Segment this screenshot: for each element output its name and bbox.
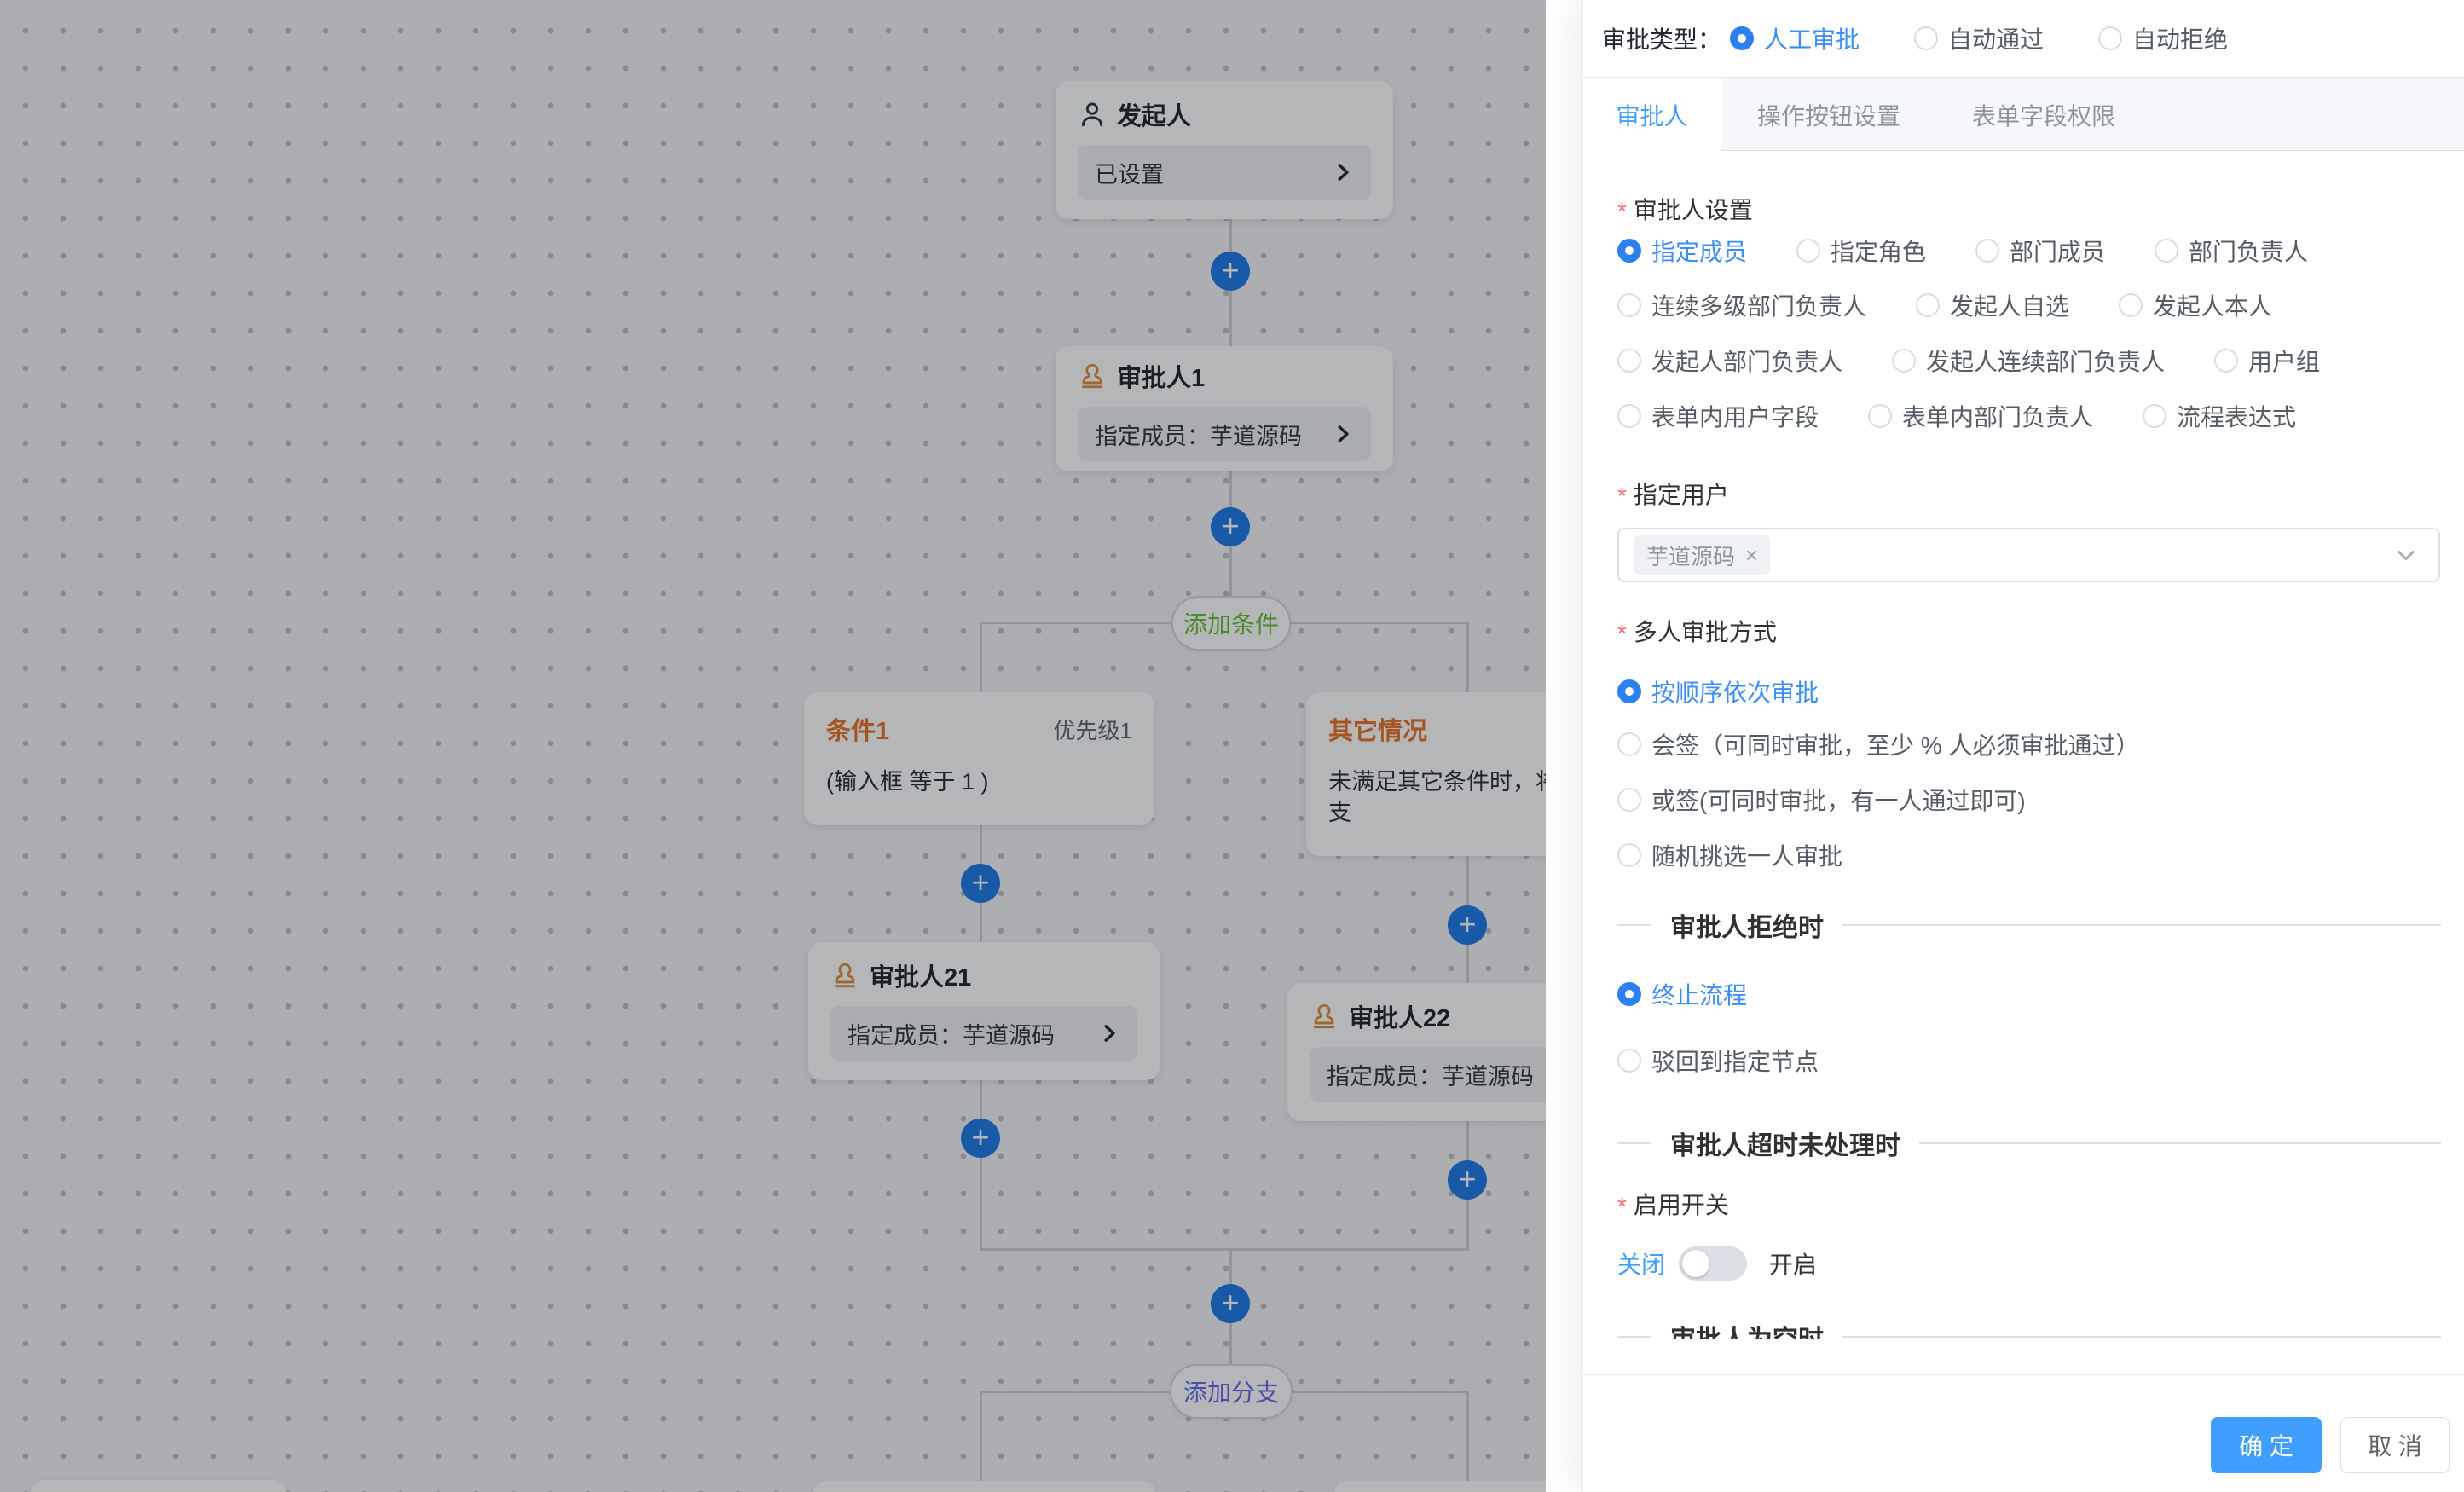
assign-user-select[interactable]: 芋道源码 × <box>1617 528 2440 582</box>
radio-dot-icon <box>1730 26 1754 50</box>
radio-dot-icon <box>1975 239 1999 263</box>
radio-multi-level-dept-leader[interactable]: 连续多级部门负责人 <box>1617 288 1866 322</box>
radio-dot-icon <box>1914 26 1938 50</box>
radio-dot-icon <box>1617 293 1641 317</box>
reject-section-title: 审批人拒绝时 <box>1670 906 1824 944</box>
radio-dot-icon <box>2119 293 2143 317</box>
empty-section-divider: 审批人为空时 <box>1617 1317 2441 1339</box>
radio-process-expression[interactable]: 流程表达式 <box>2143 399 2296 433</box>
radio-dot-icon <box>1892 349 1916 373</box>
enable-switch[interactable] <box>1679 1246 1747 1281</box>
radio-dot-icon <box>1796 239 1820 263</box>
radio-dept-leader[interactable]: 部门负责人 <box>2155 234 2308 268</box>
radio-auto-pass[interactable]: 自动通过 <box>1914 21 2044 55</box>
radio-dot-icon <box>1617 843 1641 867</box>
radio-dept-member[interactable]: 部门成员 <box>1975 234 2105 268</box>
radio-countersign[interactable]: 会签（可同时审批，至少 % 人必须审批通过） <box>1617 727 2139 761</box>
radio-auto-reject[interactable]: 自动拒绝 <box>2098 21 2228 55</box>
radio-orsign[interactable]: 或签(可同时审批，有一人通过即可) <box>1617 783 2026 817</box>
chevron-down-icon <box>2394 543 2418 567</box>
timeout-section-title: 审批人超时未处理时 <box>1670 1125 1900 1162</box>
flow-canvas[interactable]: 发起人 已设置 审批人1 指定成员：芋道源码 <box>0 0 1546 1492</box>
radio-form-dept-leader[interactable]: 表单内部门负责人 <box>1868 399 2093 433</box>
radio-return-to-node[interactable]: 驳回到指定节点 <box>1617 1044 1819 1078</box>
timeout-section-divider: 审批人超时未处理时 <box>1617 1124 2441 1163</box>
radio-dot-icon <box>1916 293 1940 317</box>
reject-section-divider: 审批人拒绝时 <box>1617 905 2441 945</box>
timeout-enable-toggle-row: 关闭 开启 <box>1617 1244 1817 1283</box>
tab-approver[interactable]: 审批人 <box>1583 78 1721 152</box>
radio-terminate-process[interactable]: 终止流程 <box>1617 977 1747 1011</box>
switch-off-label: 关闭 <box>1617 1246 1665 1281</box>
radio-sequential[interactable]: 按顺序依次审批 <box>1617 674 1819 708</box>
approver-setting-row4: 表单内用户字段 表单内部门负责人 流程表达式 <box>1617 396 2296 436</box>
approve-type-label: 审批类型： <box>1602 21 1721 55</box>
radio-dot-icon <box>1617 679 1641 703</box>
approver-setting-row3: 发起人部门负责人 发起人连续部门负责人 用户组 <box>1617 341 2320 380</box>
assign-user-label: 指定用户 <box>1617 474 1729 513</box>
workflow-designer: 发起人 已设置 审批人1 指定成员：芋道源码 <box>0 0 2464 1492</box>
empty-section-title: 审批人为空时 <box>1670 1318 1824 1339</box>
radio-random-one[interactable]: 随机挑选一人审批 <box>1617 838 1842 872</box>
switch-knob <box>1682 1250 1709 1277</box>
radio-dot-icon <box>2214 349 2238 373</box>
radio-starter-self[interactable]: 发起人本人 <box>2119 288 2272 322</box>
approver-setting-row2: 连续多级部门负责人 发起人自选 发起人本人 <box>1617 286 2272 325</box>
switch-on-label: 开启 <box>1769 1246 1817 1281</box>
radio-dot-icon <box>1868 404 1892 428</box>
radio-starter-dept-leader[interactable]: 发起人部门负责人 <box>1617 344 1842 378</box>
drawer-body[interactable]: 审批人设置 指定成员 指定角色 部门成员 部门负责人 连续多级部门负责人 发起人… <box>1583 151 2464 1339</box>
approver-setting-label: 审批人设置 <box>1617 189 1753 228</box>
cancel-button[interactable]: 取 消 <box>2340 1417 2450 1473</box>
radio-dot-icon <box>2155 239 2178 263</box>
radio-assigned-role[interactable]: 指定角色 <box>1796 234 1926 268</box>
radio-starter-multi-dept-leader[interactable]: 发起人连续部门负责人 <box>1892 344 2165 378</box>
multi-approve-label: 多人审批方式 <box>1617 611 1777 651</box>
tag-close-icon[interactable]: × <box>1745 542 1758 569</box>
radio-dot-icon <box>2143 404 2166 428</box>
radio-dot-icon <box>1617 788 1641 812</box>
radio-starter-self-select[interactable]: 发起人自选 <box>1916 288 2069 322</box>
radio-dot-icon <box>1617 982 1641 1006</box>
drawer-tabs: 审批人 操作按钮设置 表单字段权限 <box>1583 77 2464 150</box>
approve-type-row: 审批类型： 人工审批 自动通过 自动拒绝 <box>1583 0 2464 77</box>
tab-form-field-permission[interactable]: 表单字段权限 <box>1936 78 2151 152</box>
tab-button-settings[interactable]: 操作按钮设置 <box>1721 78 1936 152</box>
radio-dot-icon <box>2098 26 2122 50</box>
radio-user-group[interactable]: 用户组 <box>2214 344 2320 378</box>
footer-divider <box>1583 1374 2464 1375</box>
radio-dot-icon <box>1617 404 1641 428</box>
radio-dot-icon <box>1617 239 1641 263</box>
radio-dot-icon <box>1617 1049 1641 1073</box>
radio-form-user-field[interactable]: 表单内用户字段 <box>1617 399 1819 433</box>
radio-manual-approve[interactable]: 人工审批 <box>1730 21 1860 55</box>
approver-settings-drawer: 审批类型： 人工审批 自动通过 自动拒绝 审批人 操作按钮设置 <box>1582 0 2464 1492</box>
enable-switch-label: 启用开关 <box>1617 1184 1729 1223</box>
radio-dot-icon <box>1617 732 1641 756</box>
canvas-dim-overlay[interactable] <box>0 0 1546 1492</box>
approver-setting-row1: 指定成员 指定角色 部门成员 部门负责人 <box>1617 231 2308 270</box>
radio-assigned-member[interactable]: 指定成员 <box>1617 234 1747 268</box>
confirm-button[interactable]: 确 定 <box>2211 1417 2322 1473</box>
radio-dot-icon <box>1617 349 1641 373</box>
user-tag: 芋道源码 × <box>1634 535 1770 575</box>
